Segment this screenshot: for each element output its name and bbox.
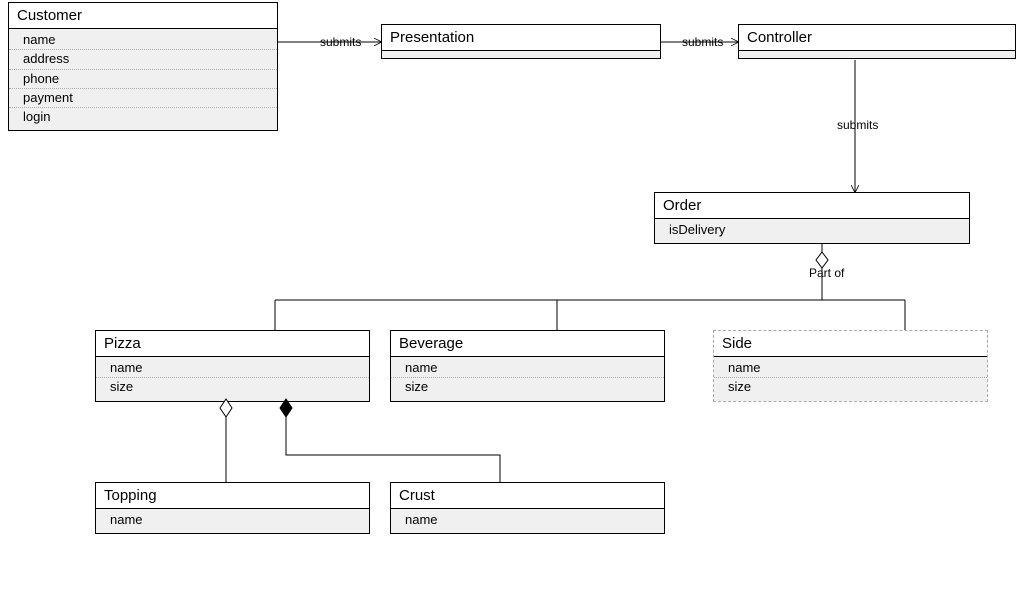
class-order: Order isDelivery	[654, 192, 970, 244]
class-title: Crust	[391, 483, 664, 508]
class-controller: Controller	[738, 24, 1016, 59]
edge-label-submits-1: submits	[318, 35, 363, 49]
class-presentation: Presentation	[381, 24, 661, 59]
class-side: Side name size	[713, 330, 988, 402]
attr: name	[714, 359, 987, 378]
class-title: Side	[714, 331, 987, 356]
edge-label-submits-2: submits	[680, 35, 725, 49]
edge-pizza-crust	[286, 417, 500, 482]
attr: size	[391, 378, 664, 396]
edge-label-submits-3: submits	[835, 118, 880, 132]
class-customer: Customer name address phone payment logi…	[8, 2, 278, 131]
attr: name	[9, 31, 277, 50]
class-title: Controller	[739, 25, 1015, 50]
attr: name	[391, 511, 664, 529]
class-attrs: name size	[96, 356, 369, 401]
class-title: Customer	[9, 3, 277, 28]
class-title: Pizza	[96, 331, 369, 356]
class-title: Topping	[96, 483, 369, 508]
class-attrs	[739, 50, 1015, 58]
class-attrs: name size	[714, 356, 987, 401]
class-title: Presentation	[382, 25, 660, 50]
attr: size	[96, 378, 369, 396]
aggregation-diamond-pizza	[220, 399, 232, 417]
class-beverage: Beverage name size	[390, 330, 665, 402]
attr: size	[714, 378, 987, 396]
edge-label-partof: Part of	[807, 266, 846, 280]
class-attrs: name	[391, 508, 664, 533]
attr: phone	[9, 70, 277, 89]
class-pizza: Pizza name size	[95, 330, 370, 402]
attr: address	[9, 50, 277, 69]
class-crust: Crust name	[390, 482, 665, 534]
class-attrs: isDelivery	[655, 218, 969, 243]
attr: name	[96, 511, 369, 529]
class-attrs: name	[96, 508, 369, 533]
class-attrs	[382, 50, 660, 58]
attr: payment	[9, 89, 277, 108]
class-attrs: name size	[391, 356, 664, 401]
class-title: Beverage	[391, 331, 664, 356]
class-title: Order	[655, 193, 969, 218]
composition-diamond-pizza	[280, 399, 292, 417]
class-attrs: name address phone payment login	[9, 28, 277, 130]
attr: name	[391, 359, 664, 378]
attr: login	[9, 108, 277, 126]
aggregation-diamond-order	[816, 243, 828, 268]
attr: isDelivery	[655, 221, 969, 239]
class-topping: Topping name	[95, 482, 370, 534]
attr: name	[96, 359, 369, 378]
